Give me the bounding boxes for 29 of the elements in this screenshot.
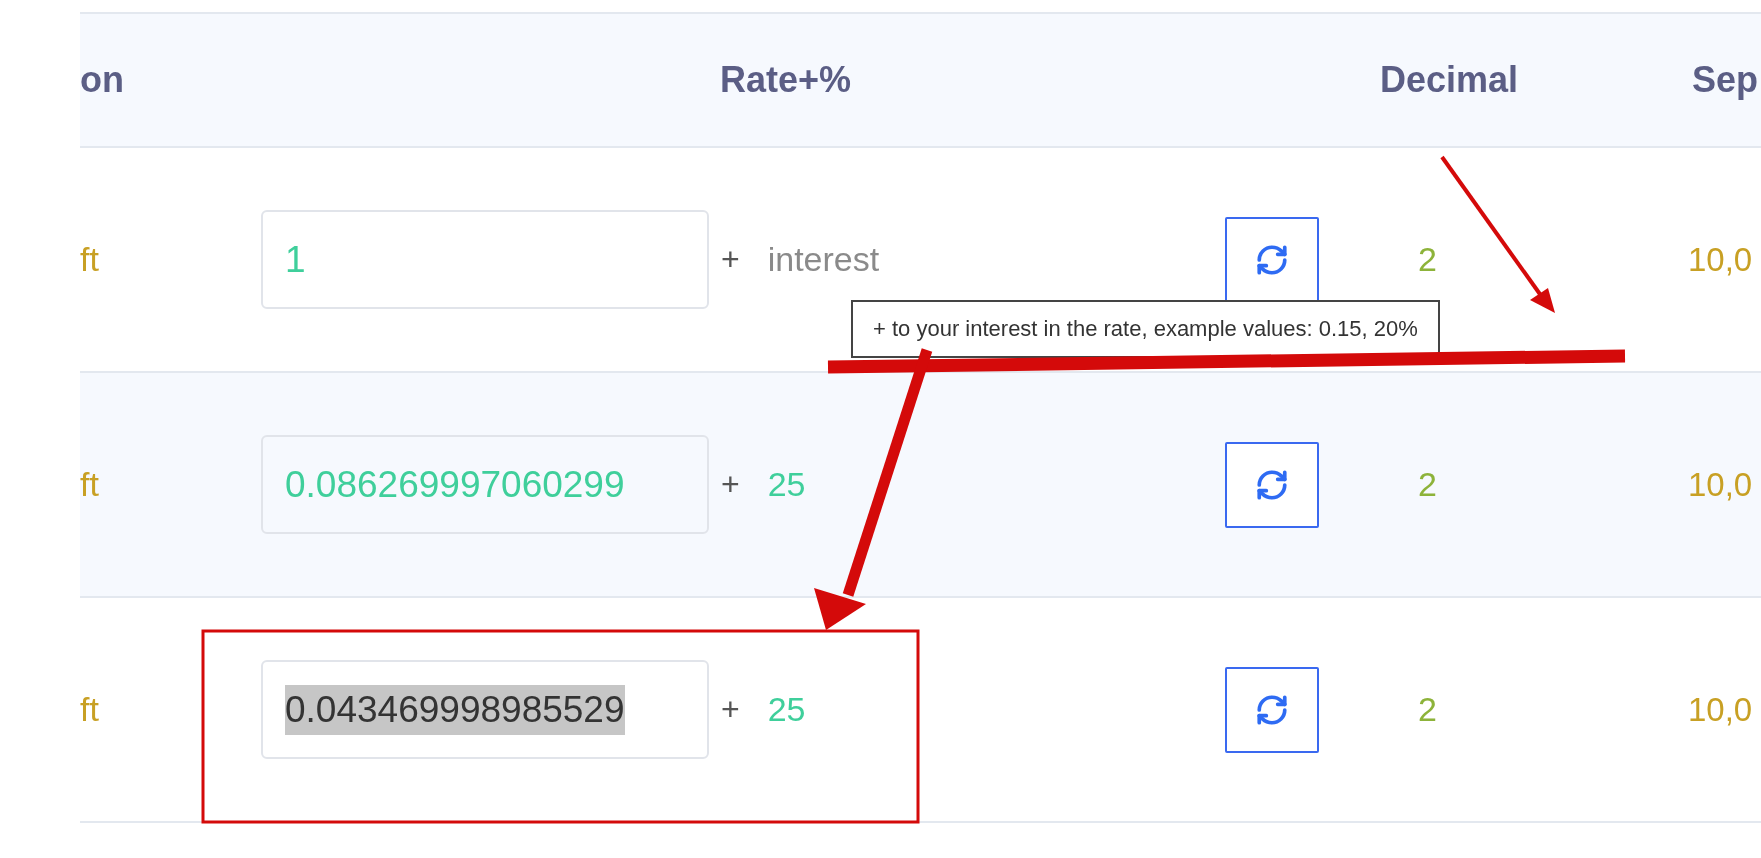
- rate-field[interactable]: 1: [261, 210, 709, 309]
- plus-sign: +: [721, 691, 740, 728]
- column-header: Decimal: [1380, 59, 1519, 101]
- plus-sign: +: [721, 466, 740, 503]
- column-header: Sep: [1692, 59, 1759, 101]
- table-cell: 2: [1418, 465, 1437, 504]
- rate-field[interactable]: 0.043469998985529: [261, 660, 709, 759]
- table-cell: 2: [1418, 690, 1437, 729]
- refresh-icon: [1255, 467, 1289, 502]
- table-cell: ft: [80, 690, 99, 729]
- interest-hint: interest: [767, 240, 880, 279]
- tooltip: + to your interest in the rate, example values: 0.15, 20%: [851, 300, 1440, 358]
- refresh-button[interactable]: [1225, 216, 1319, 303]
- column-header: Rate+%: [720, 59, 852, 101]
- refresh-icon: [1255, 242, 1289, 277]
- table-cell: 2: [1418, 240, 1437, 279]
- column-header: on: [80, 59, 124, 101]
- interest-value: 25: [767, 690, 806, 729]
- refresh-icon: [1255, 692, 1289, 727]
- refresh-button[interactable]: [1225, 441, 1319, 528]
- refresh-button[interactable]: [1225, 666, 1319, 753]
- table-cell: 10,0: [1688, 240, 1753, 279]
- plus-sign: +: [721, 241, 740, 278]
- table-cell: 10,0: [1688, 465, 1753, 504]
- rate-field[interactable]: 0.086269997060299: [261, 435, 709, 534]
- table-cell: 10,0: [1688, 690, 1753, 729]
- interest-value: 25: [767, 465, 806, 504]
- table-cell: ft: [80, 465, 99, 504]
- table-cell: ft: [80, 240, 99, 279]
